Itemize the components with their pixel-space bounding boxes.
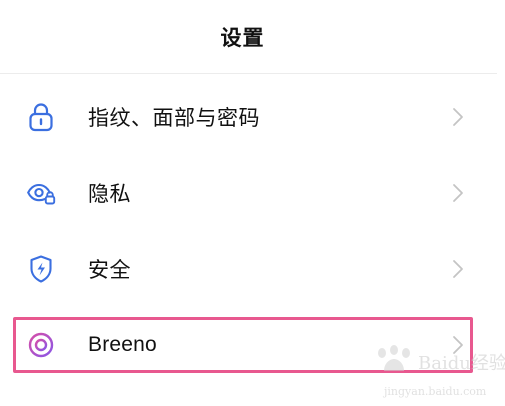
title-bar: 设置 [0,0,497,74]
breeno-ring-icon [26,330,56,360]
settings-item-breeno[interactable]: Breeno [0,307,497,383]
settings-item-label: 指纹、面部与密码 [88,106,260,130]
page-title: 设置 [220,25,265,50]
watermark-url: jingyan.baidu.com [384,385,487,398]
settings-item-privacy[interactable]: 隐私 [0,155,497,231]
settings-item-label: 隐私 [88,182,131,206]
chevron-right-icon [453,184,463,202]
settings-item-label: 安全 [88,258,131,282]
settings-item-security[interactable]: 安全 [0,231,497,307]
chevron-right-icon [453,260,463,278]
lock-icon [26,102,56,132]
security-shield-icon [26,254,56,284]
chevron-right-icon [453,108,463,126]
chevron-right-icon [453,336,463,354]
privacy-eye-lock-icon [26,178,56,208]
settings-item-fingerprint-face-password[interactable]: 指纹、面部与密码 [0,79,497,155]
settings-item-label: Breeno [88,333,157,356]
